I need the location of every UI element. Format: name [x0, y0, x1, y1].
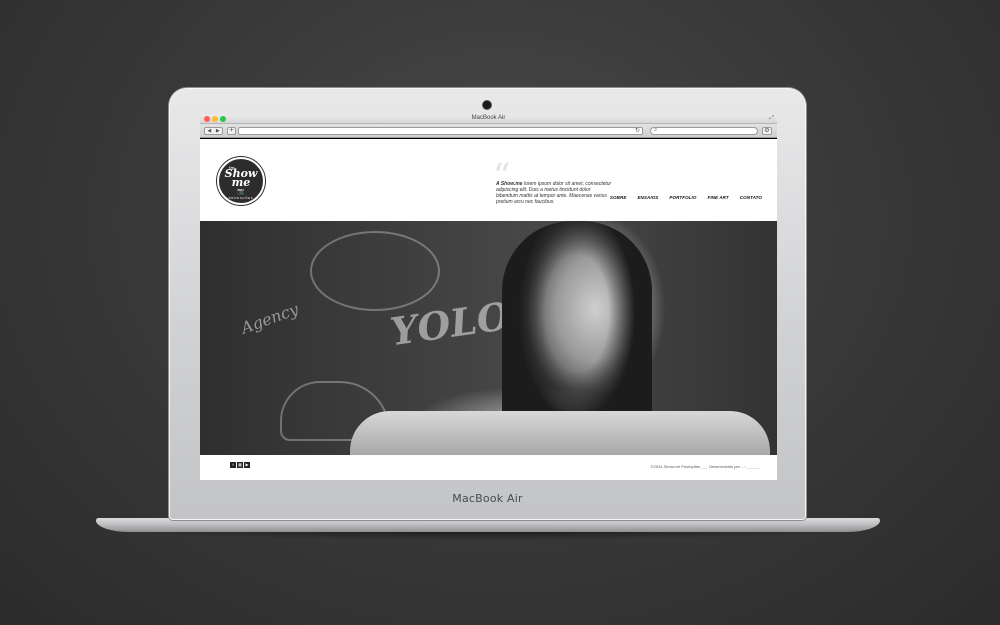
browser-titlebar[interactable]: MacBook Air ⤢: [200, 114, 777, 124]
forward-arrow-icon[interactable]: ▶: [214, 128, 223, 134]
site-logo[interactable]: tm Show me 📷 PRODUÇÕES: [217, 157, 265, 205]
nav-ensaios[interactable]: ENSAIOS: [637, 195, 658, 200]
browser-toolbar: ◀ ▶ + ↻ ⌕ ⚙: [200, 124, 777, 138]
nav-contato[interactable]: CONTATO: [740, 195, 762, 200]
laptop-screen: MacBook Air ⤢ ◀ ▶ + ↻ ⌕ ⚙ tm Show me 📷 P…: [200, 114, 777, 480]
settings-button[interactable]: ⚙: [762, 127, 772, 135]
hero-photo: YOLO Agency: [200, 221, 777, 455]
chalk-circle-doodle: [310, 231, 440, 311]
gear-icon: ⚙: [764, 128, 770, 134]
social-links: f ▦ ▶: [230, 462, 250, 468]
device-label: MacBook Air: [452, 492, 523, 505]
laptop-base: [96, 518, 880, 532]
address-bar[interactable]: ↻: [238, 127, 643, 135]
portrait-arms: [350, 411, 770, 455]
nav-fine-art[interactable]: FINE ART: [707, 195, 728, 200]
logo-subtitle: PRODUÇÕES: [228, 196, 254, 200]
instagram-icon[interactable]: ▦: [237, 462, 243, 468]
site-footer: f ▦ ▶ ©2014 Show.me Produções ___ Desenv…: [200, 455, 777, 480]
back-arrow-icon[interactable]: ◀: [205, 128, 214, 134]
youtube-icon[interactable]: ▶: [244, 462, 250, 468]
search-input[interactable]: ⌕: [650, 127, 758, 135]
webcam-icon: [483, 101, 491, 109]
camera-icon: 📷: [237, 189, 245, 195]
site-header: tm Show me 📷 PRODUÇÕES “ A Show.me lorem…: [200, 139, 777, 221]
history-buttons: ◀ ▶: [204, 127, 223, 135]
plus-icon: +: [229, 127, 234, 134]
window-title: MacBook Air: [471, 115, 506, 121]
nav-portfolio[interactable]: PORTFOLIO: [669, 195, 696, 200]
add-bookmark-button[interactable]: +: [227, 127, 236, 135]
resize-icon[interactable]: ⤢: [769, 115, 774, 122]
search-icon: ⌕: [654, 127, 658, 133]
chalk-word-agency: Agency: [238, 299, 302, 338]
main-nav: SOBRE ENSAIOS PORTFOLIO FINE ART CONTATO: [610, 195, 762, 200]
reload-icon[interactable]: ↻: [635, 127, 640, 134]
logo-wordmark: Show me: [224, 167, 258, 189]
nav-sobre[interactable]: SOBRE: [610, 195, 627, 200]
facebook-icon[interactable]: f: [230, 462, 236, 468]
copyright-text: ©2014 Show.me Produções ___ Desenvolvido…: [650, 464, 760, 469]
intro-quote: A Show.me lorem ipsum dolor sit amet, co…: [496, 181, 612, 205]
